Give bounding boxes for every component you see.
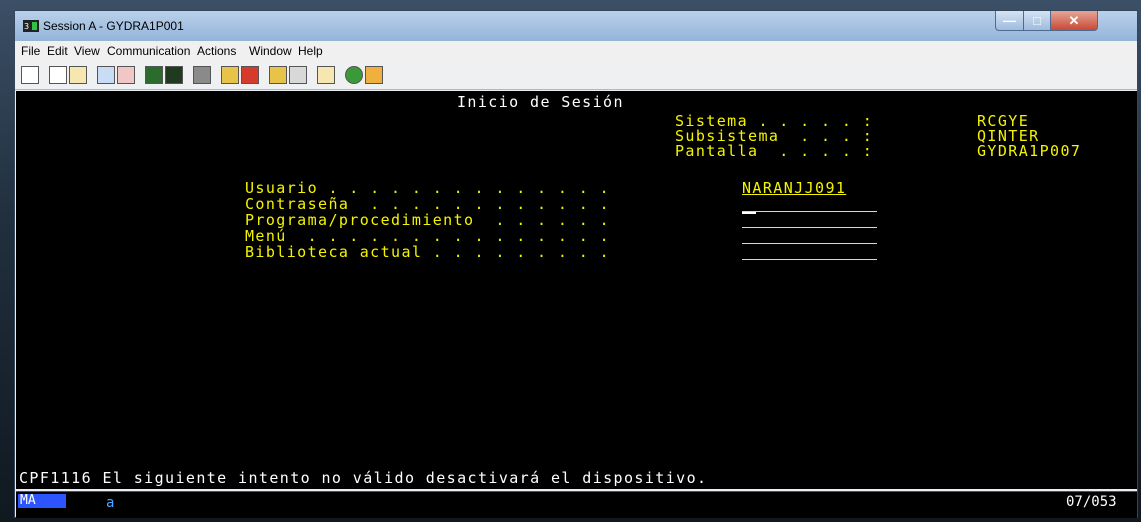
menu-field[interactable] [742, 243, 877, 244]
close-icon: ✕ [1068, 12, 1080, 28]
menu-bar: File Edit View Communication Actions Win… [15, 41, 1137, 62]
screen-heading: Inicio de Sesión [457, 93, 624, 111]
cursor-position: 07/053 [1066, 494, 1117, 510]
program-label: Programa/procedimiento . . . . . . [245, 211, 611, 229]
user-field[interactable]: NARANJJ091 [742, 181, 846, 196]
maximize-button[interactable]: □ [1023, 11, 1051, 31]
maximize-icon: □ [1033, 13, 1041, 28]
edit-icon[interactable] [365, 66, 383, 84]
title-bar[interactable]: 3 Session A - GYDRA1P001 — □ ✕ [15, 11, 1137, 42]
password-field[interactable] [742, 211, 877, 212]
menu-window[interactable]: Window [249, 44, 292, 58]
menu-label: Menú . . . . . . . . . . . . . . . [245, 227, 611, 245]
password-label: Contraseña . . . . . . . . . . . . [245, 195, 611, 213]
window-title: Session A - GYDRA1P001 [43, 19, 184, 33]
globe-icon[interactable] [345, 66, 363, 84]
emulator-window: 3 Session A - GYDRA1P001 — □ ✕ File Edit… [14, 10, 1138, 518]
receive-icon[interactable] [117, 66, 135, 84]
pause-macro-icon[interactable] [289, 66, 307, 84]
copy-icon[interactable] [49, 66, 67, 84]
user-label: Usuario . . . . . . . . . . . . . . [245, 179, 611, 197]
terminal-screen[interactable]: Inicio de Sesión Sistema . . . . . : Sub… [16, 91, 1137, 489]
program-field[interactable] [742, 227, 877, 228]
display-label: Pantalla . . . . : [675, 142, 874, 160]
keyboard-indicator: a [106, 495, 115, 511]
error-message: CPF1116 El siguiente intento no válido d… [19, 469, 708, 487]
menu-file[interactable]: File [21, 44, 40, 58]
toolbar [15, 61, 1137, 90]
svg-text:3: 3 [24, 22, 29, 31]
terminal-app-icon: 3 [23, 20, 39, 32]
record-macro-icon[interactable] [221, 66, 239, 84]
play-macro-icon[interactable] [269, 66, 287, 84]
menu-communication[interactable]: Communication [107, 44, 190, 58]
library-label: Biblioteca actual . . . . . . . . . [245, 243, 611, 261]
menu-view[interactable]: View [74, 44, 100, 58]
print-screen-icon[interactable] [21, 66, 39, 84]
status-bar: MA a 07/053 [16, 491, 1137, 518]
mode-indicator: MA [18, 494, 66, 508]
text-cursor [742, 212, 756, 214]
library-field[interactable] [742, 259, 877, 260]
close-button[interactable]: ✕ [1050, 11, 1098, 31]
menu-edit[interactable]: Edit [47, 44, 68, 58]
display-icon[interactable] [145, 66, 163, 84]
minimize-icon: — [1003, 13, 1016, 28]
clipboard-icon[interactable] [317, 66, 335, 84]
stop-macro-icon[interactable] [241, 66, 259, 84]
menu-help[interactable]: Help [298, 44, 323, 58]
macro-icon[interactable] [193, 66, 211, 84]
paste-icon[interactable] [69, 66, 87, 84]
send-icon[interactable] [97, 66, 115, 84]
menu-actions[interactable]: Actions [197, 44, 236, 58]
minimize-button[interactable]: — [995, 11, 1024, 31]
display-value: GYDRA1P007 [977, 142, 1082, 160]
keyboard-icon[interactable] [165, 66, 183, 84]
